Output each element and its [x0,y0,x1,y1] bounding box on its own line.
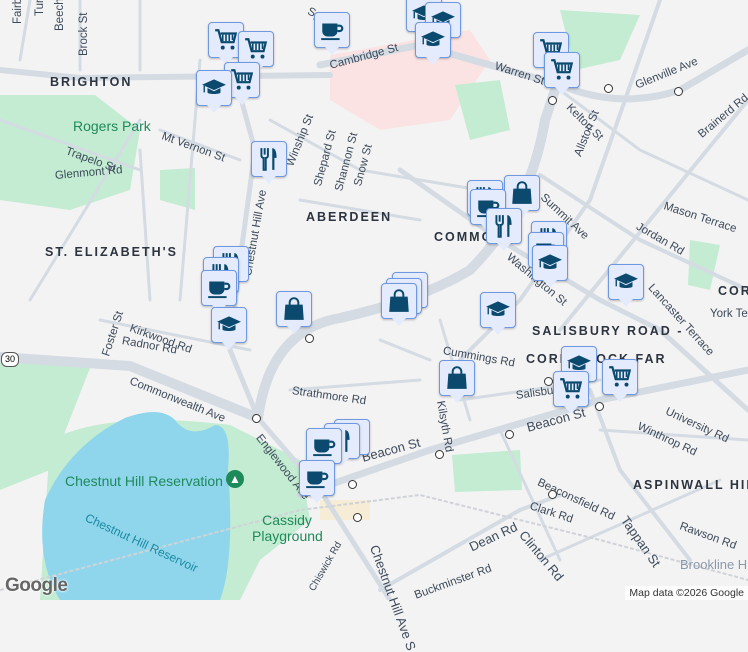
graduation-cap-icon [216,312,242,338]
transit-stop-icon[interactable] [548,490,557,499]
shopping-cart-icon [607,364,633,390]
street-label: Turner St [34,0,46,16]
school-marker[interactable] [608,264,644,307]
neighborhood-label: ST. ELIZABETH'S [45,245,178,259]
transit-stop-icon[interactable] [674,87,683,96]
park-label: Chestnut Hill Reservation [65,473,223,489]
graduation-cap-icon [537,250,563,276]
cafe-marker[interactable] [299,460,335,503]
school-marker[interactable] [415,22,451,65]
shopping-marker[interactable] [276,291,312,334]
coffee-cup-icon [304,465,330,491]
tree-icon: ▲ [226,470,244,488]
restaurant-marker[interactable] [251,141,287,184]
shopping-cart-icon [229,67,255,93]
coffee-cup-icon [206,275,232,301]
transit-stop-icon[interactable] [348,480,357,489]
street-label: York Terrace [710,308,748,320]
park-label: Rogers Park [73,118,151,134]
shopping-marker[interactable] [504,175,540,218]
neighborhood-label: COMMONWEALTH [434,230,494,244]
neighborhood-label: ASPINWALL HILL [633,478,748,492]
street-label: Brock St [78,12,90,56]
neighborhood-label: SALISBURY ROAD - [532,324,684,338]
transit-stop-icon[interactable] [505,430,514,439]
shopping-marker[interactable] [439,360,475,403]
neighborhood-label: CORE [718,284,748,298]
shopping-marker[interactable] [381,283,417,326]
school-marker[interactable] [480,292,516,335]
transit-stop-icon[interactable] [435,450,444,459]
school-marker[interactable] [532,245,568,288]
transit-stop-icon[interactable] [544,377,553,386]
shopping-bag-icon [386,288,412,314]
neighborhood-label: BRIGHTON [50,75,133,89]
area-label: Brookline Hills [680,557,748,572]
fork-knife-icon [256,146,282,172]
map-attribution[interactable]: Map data ©2026 Google [625,586,748,600]
park-label: Cassidy Playground [252,512,323,544]
school-marker[interactable] [196,70,232,113]
street-label: Beechcroft St [54,0,66,31]
transit-stop-icon[interactable] [305,334,314,343]
google-logo: Google [5,575,68,596]
transit-stop-icon[interactable] [595,402,604,411]
coffee-cup-icon [311,433,337,459]
fork-knife-icon [491,213,517,239]
cafe-marker[interactable] [306,428,342,471]
neighborhood-label: ABERDEEN [306,210,393,224]
shopping-bag-icon [281,296,307,322]
park-area [455,80,510,140]
map-canvas[interactable] [0,0,748,600]
shopping-bag-icon [509,180,535,206]
shopping-cart-icon [243,36,269,62]
restaurant-marker[interactable] [486,208,522,251]
graduation-cap-icon [420,27,446,53]
transit-stop-icon[interactable] [548,96,557,105]
grocery-marker[interactable] [602,359,638,402]
grocery-marker[interactable] [544,52,580,95]
coffee-cup-icon [319,17,345,43]
shopping-bag-icon [444,365,470,391]
shopping-cart-icon [213,27,239,53]
shopping-cart-icon [549,57,575,83]
graduation-cap-icon [613,269,639,295]
shopping-cart-icon [558,376,584,402]
graduation-cap-icon [201,75,227,101]
street-label: Fairbanks St [12,0,24,24]
grocery-marker[interactable] [553,371,589,414]
transit-stop-icon[interactable] [604,84,613,93]
school-marker[interactable] [211,307,247,350]
transit-stop-icon[interactable] [252,414,261,423]
cafe-marker[interactable] [201,270,237,313]
route-30-shield: 30 [1,352,19,367]
cafe-marker[interactable] [314,12,350,55]
graduation-cap-icon [485,297,511,323]
transit-stop-icon[interactable] [353,513,362,522]
